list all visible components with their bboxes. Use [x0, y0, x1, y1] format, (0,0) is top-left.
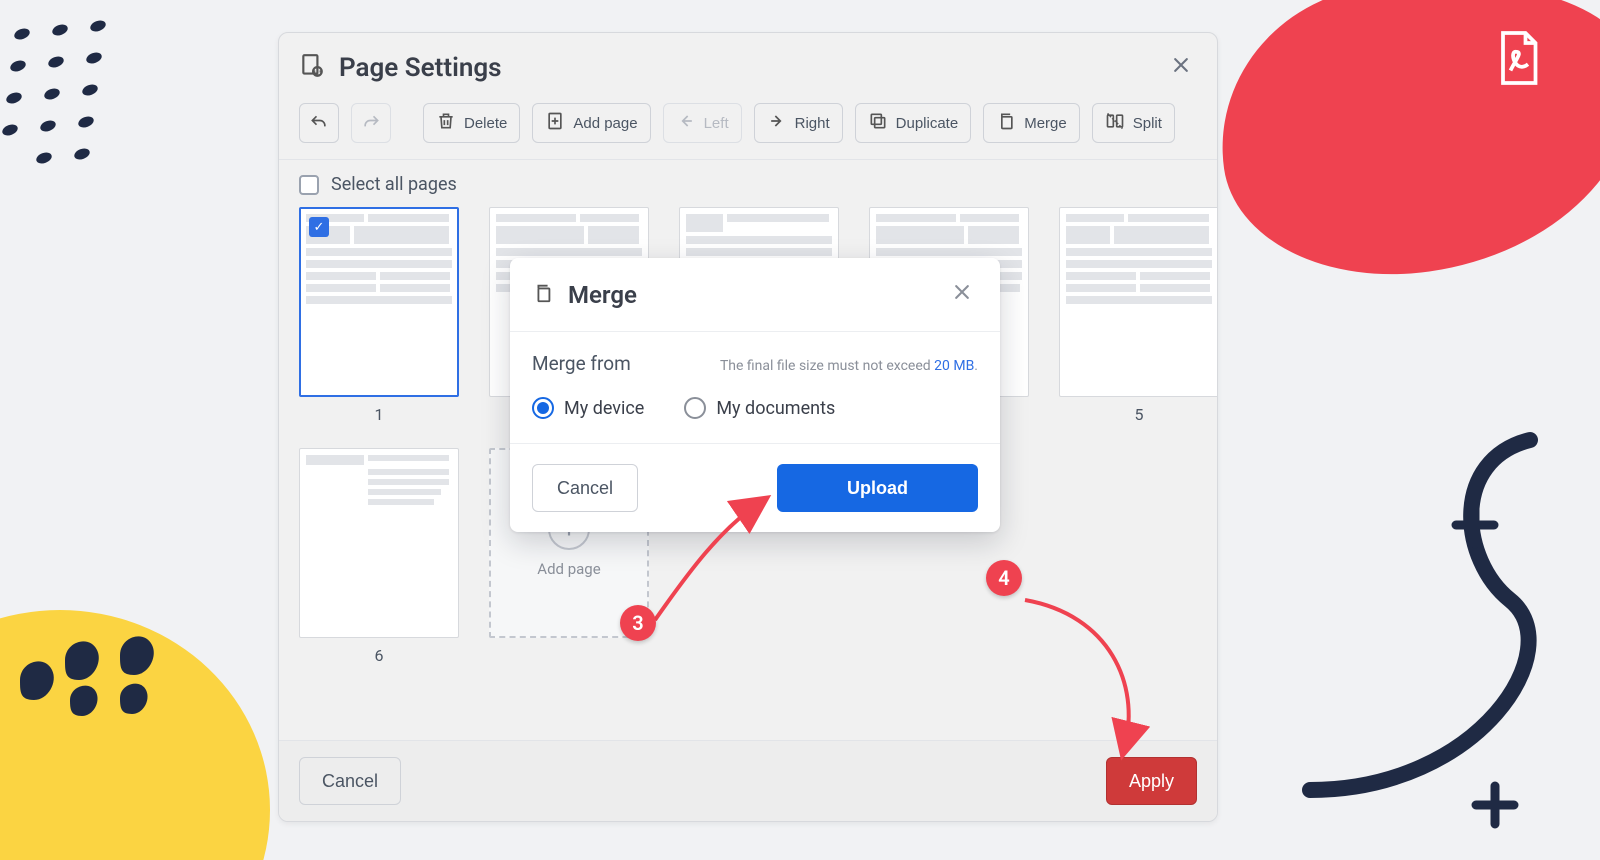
undo-button[interactable]	[299, 103, 339, 143]
select-all-row[interactable]: Select all pages	[279, 160, 1217, 207]
select-all-checkbox[interactable]	[299, 175, 319, 195]
radio-dot-icon	[684, 397, 706, 419]
merge-button[interactable]: Merge	[983, 103, 1080, 143]
add-page-icon	[545, 111, 565, 135]
toolbar: Delete Add page Left Right Duplicate Mer…	[279, 103, 1217, 160]
duplicate-icon	[868, 111, 888, 135]
page-settings-icon	[299, 53, 325, 83]
radio-my-documents-label: My documents	[716, 398, 835, 419]
modal-close-button[interactable]	[946, 278, 978, 311]
modal-cancel-label: Cancel	[557, 478, 613, 498]
radio-my-device-label: My device	[564, 398, 644, 419]
footer-apply-label: Apply	[1129, 771, 1174, 792]
modal-cancel-button[interactable]: Cancel	[532, 464, 638, 512]
move-left-button[interactable]: Left	[663, 103, 742, 143]
window-close-button[interactable]	[1165, 49, 1197, 87]
split-label: Split	[1133, 115, 1162, 132]
delete-label: Delete	[464, 115, 507, 132]
page-number: 5	[1059, 397, 1217, 424]
radio-my-device[interactable]: My device	[532, 397, 644, 419]
decorative-red-blob	[1202, 0, 1600, 298]
merge-icon	[996, 111, 1016, 135]
window-footer: Cancel Apply	[279, 740, 1217, 821]
page-thumbnail[interactable]: ✓ 1	[299, 207, 459, 424]
modal-footer: Cancel Upload	[510, 443, 1000, 532]
decorative-squiggle	[1280, 430, 1560, 810]
selected-check-icon: ✓	[309, 217, 329, 237]
radio-my-documents[interactable]: My documents	[684, 397, 835, 419]
move-right-label: Right	[795, 115, 830, 132]
decorative-plus-icon	[1470, 780, 1520, 830]
redo-button[interactable]	[351, 103, 391, 143]
modal-upload-button[interactable]: Upload	[777, 464, 978, 512]
footer-apply-button[interactable]: Apply	[1106, 757, 1197, 805]
trash-icon	[436, 111, 456, 135]
decorative-plus-icon	[1450, 500, 1500, 550]
footer-cancel-label: Cancel	[322, 771, 378, 792]
modal-title: Merge	[568, 281, 637, 309]
merge-label: Merge	[1024, 115, 1067, 132]
decorative-yellow-blob	[0, 610, 270, 860]
radio-dot-icon	[532, 397, 554, 419]
split-button[interactable]: Split	[1092, 103, 1175, 143]
split-icon	[1105, 111, 1125, 135]
file-size-hint: The final file size must not exceed 20 M…	[720, 358, 978, 374]
modal-upload-label: Upload	[847, 478, 908, 498]
merge-from-label: Merge from	[532, 352, 631, 375]
add-page-button[interactable]: Add page	[532, 103, 650, 143]
titlebar: Page Settings	[279, 33, 1217, 103]
move-left-label: Left	[704, 115, 729, 132]
pdf-logo-icon	[1488, 28, 1548, 88]
add-page-placeholder-label: Add page	[537, 560, 600, 578]
page-number: 6	[299, 638, 459, 665]
decorative-dots	[0, 16, 160, 206]
add-page-label: Add page	[573, 115, 637, 132]
arrow-right-icon	[767, 111, 787, 135]
footer-cancel-button[interactable]: Cancel	[299, 757, 401, 805]
duplicate-label: Duplicate	[896, 115, 959, 132]
page-thumbnail[interactable]: 6	[299, 448, 459, 665]
modal-header: Merge	[510, 258, 1000, 332]
duplicate-button[interactable]: Duplicate	[855, 103, 972, 143]
page-number: 1	[299, 397, 459, 424]
arrow-left-icon	[676, 111, 696, 135]
decorative-beans	[10, 620, 250, 720]
delete-button[interactable]: Delete	[423, 103, 520, 143]
page-thumbnail[interactable]: 5	[1059, 207, 1217, 424]
move-right-button[interactable]: Right	[754, 103, 843, 143]
window-title: Page Settings	[339, 53, 502, 83]
merge-modal: Merge Merge from The final file size mus…	[510, 258, 1000, 532]
merge-icon	[532, 282, 554, 308]
modal-body: Merge from The final file size must not …	[510, 332, 1000, 443]
select-all-label: Select all pages	[331, 174, 457, 195]
